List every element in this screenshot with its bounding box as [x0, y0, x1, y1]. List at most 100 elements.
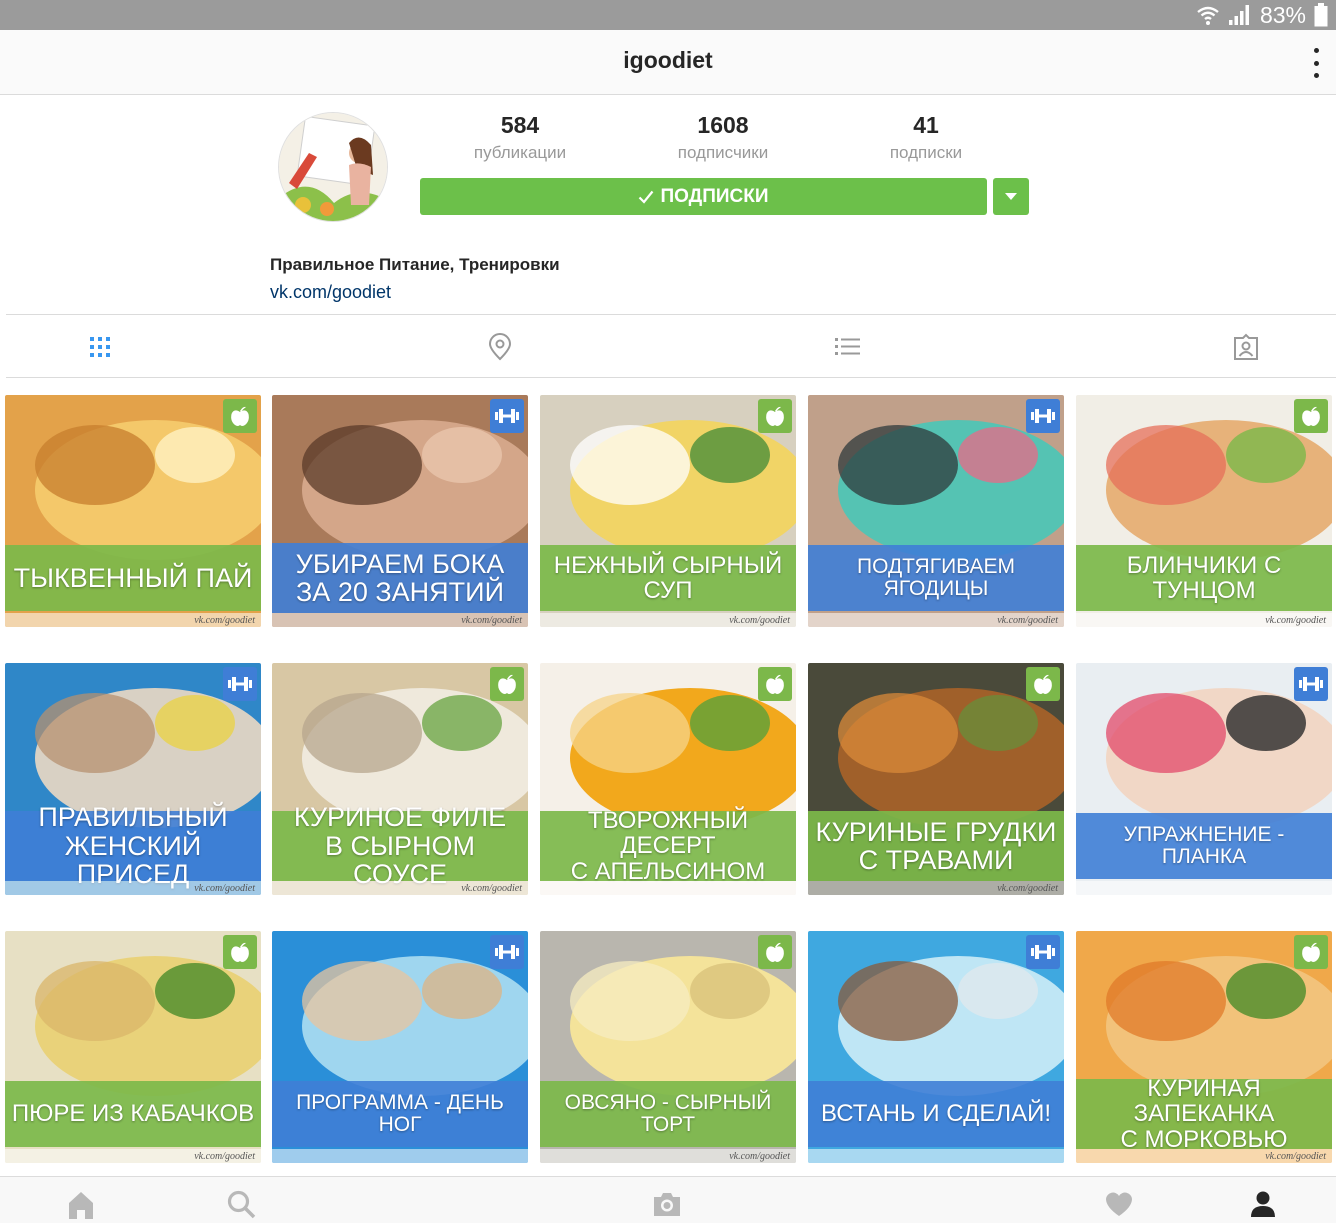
post-caption-line1: КУРИНОЕ ФИЛЕ — [293, 802, 507, 833]
apple-icon — [1294, 935, 1328, 969]
post-watermark: vk.com/goodiet — [272, 881, 528, 895]
post-caption: ОВСЯНО - СЫРНЫЙ ТОРТ — [540, 1081, 796, 1147]
post-caption: ВСТАНЬ И СДЕЛАЙ! — [808, 1081, 1064, 1147]
bio-full-name: Правильное Питание, Тренировки — [270, 255, 560, 274]
profile-avatar[interactable] — [278, 112, 388, 222]
post-caption-line1: ОВСЯНО - СЫРНЫЙ ТОРТ — [564, 1090, 772, 1136]
post-caption: КУРИНОЕ ФИЛЕ В СЫРНОМ СОУСЕ — [272, 803, 528, 888]
post-thumbnail[interactable]: ПЮРЕ ИЗ КАБАЧКОВ vk.com/goodiet — [5, 931, 261, 1163]
post-caption: ПОДТЯГИВАЕМ ЯГОДИЦЫ — [808, 545, 1064, 611]
post-caption-line2: С ТРАВАМИ — [858, 845, 1014, 875]
post-thumbnail[interactable]: ТВОРОЖНЫЙ ДЕСЕРТ С АПЕЛЬСИНОМ — [540, 663, 796, 895]
bio-website-link[interactable]: vk.com/goodiet — [270, 282, 391, 303]
post-watermark — [808, 1149, 1064, 1163]
post-thumbnail[interactable]: БЛИНЧИКИ С ТУНЦОМ vk.com/goodiet — [1076, 395, 1332, 627]
post-caption: УПРАЖНЕНИЕ - ПЛАНКА — [1076, 813, 1332, 879]
post-thumbnail[interactable]: ПОДТЯГИВАЕМ ЯГОДИЦЫ vk.com/goodiet — [808, 395, 1064, 627]
tagged-person-icon[interactable] — [1232, 333, 1260, 361]
status-icons: 83% — [1196, 2, 1328, 28]
following-stat[interactable]: 41 подписки — [826, 112, 1026, 163]
post-watermark-url: vk.com/goodiet — [729, 1150, 790, 1162]
search-icon[interactable] — [226, 1189, 256, 1219]
post-thumbnail[interactable]: КУРИНЫЕ ГРУДКИ С ТРАВАМИ vk.com/goodiet — [808, 663, 1064, 895]
post-watermark: vk.com/goodiet — [540, 613, 796, 627]
bottom-navigation — [0, 1176, 1336, 1223]
apple-icon — [1294, 399, 1328, 433]
post-caption-line1: УПРАЖНЕНИЕ - ПЛАНКА — [1123, 822, 1285, 868]
following-button[interactable]: ПОДПИСКИ — [420, 178, 987, 215]
post-caption-line1: БЛИНЧИКИ С ТУНЦОМ — [1126, 551, 1282, 604]
post-watermark-url: vk.com/goodiet — [997, 882, 1058, 894]
post-thumbnail[interactable]: ОВСЯНО - СЫРНЫЙ ТОРТ vk.com/goodiet — [540, 931, 796, 1163]
app-header: igoodiet — [0, 30, 1336, 95]
dumbbell-icon — [1294, 667, 1328, 701]
post-caption-line1: ПОДТЯГИВАЕМ ЯГОДИЦЫ — [856, 554, 1015, 600]
post-caption: УБИРАЕМ БОКА ЗА 20 ЗАНЯТИЙ — [272, 543, 528, 613]
apple-icon — [490, 667, 524, 701]
post-caption-line1: ВСТАНЬ И СДЕЛАЙ! — [820, 1100, 1052, 1128]
post-thumbnail[interactable]: КУРИНАЯ ЗАПЕКАНКА С МОРКОВЬЮ vk.com/goodie… — [1076, 931, 1332, 1163]
post-thumbnail[interactable]: КУРИНОЕ ФИЛЕ В СЫРНОМ СОУСЕ vk.com/goodiet — [272, 663, 528, 895]
signal-icon — [1228, 5, 1249, 25]
battery-icon — [1314, 3, 1328, 27]
post-thumbnail[interactable]: УБИРАЕМ БОКА ЗА 20 ЗАНЯТИЙ vk.com/goodiet — [272, 395, 528, 627]
profile-icon[interactable] — [1248, 1189, 1278, 1219]
post-watermark — [540, 881, 796, 895]
post-watermark-url: vk.com/goodiet — [194, 614, 255, 626]
battery-percent: 83% — [1259, 1, 1306, 28]
followers-stat[interactable]: 1608 подписчики — [623, 112, 823, 163]
apple-icon — [758, 667, 792, 701]
camera-icon[interactable] — [652, 1189, 682, 1219]
post-watermark — [1076, 881, 1332, 895]
post-caption-line1: ТЫКВЕННЫЙ ПАЙ — [13, 562, 253, 593]
following-label: подписки — [889, 143, 963, 162]
list-icon[interactable] — [834, 333, 862, 361]
post-caption-line1: УБИРАЕМ БОКА — [295, 548, 505, 579]
profile-view-tabs — [6, 314, 1336, 378]
apple-icon — [758, 399, 792, 433]
post-watermark-url: vk.com/goodiet — [194, 882, 255, 894]
dumbbell-icon — [223, 667, 257, 701]
post-caption-line1: ПРАВИЛЬНЫЙ — [38, 802, 228, 833]
posts-count: 584 — [500, 112, 540, 138]
status-bar: 83% — [0, 0, 1336, 30]
post-watermark-url: vk.com/goodiet — [729, 614, 790, 626]
post-caption-line1: КУРИНЫЕ ГРУДКИ — [815, 816, 1057, 847]
post-thumbnail[interactable]: ВСТАНЬ И СДЕЛАЙ! — [808, 931, 1064, 1163]
home-icon[interactable] — [66, 1189, 96, 1219]
post-caption: ПЮРЕ ИЗ КАБАЧКОВ — [5, 1081, 261, 1147]
post-watermark: vk.com/goodiet — [272, 613, 528, 627]
post-caption-line2: С АПЕЛЬСИНОМ — [570, 857, 766, 885]
follow-options-dropdown[interactable] — [993, 178, 1029, 215]
post-watermark: vk.com/goodiet — [5, 613, 261, 627]
post-caption: ПРОГРАММА - ДЕНЬ НОГ — [272, 1081, 528, 1147]
dumbbell-icon — [1026, 935, 1060, 969]
post-watermark-url: vk.com/goodiet — [997, 614, 1058, 626]
post-watermark-url: vk.com/goodiet — [461, 614, 522, 626]
post-watermark-url: vk.com/goodiet — [194, 1150, 255, 1162]
post-watermark: vk.com/goodiet — [5, 1149, 261, 1163]
more-options-icon[interactable] — [1310, 48, 1322, 78]
post-thumbnail[interactable]: ПРОГРАММА - ДЕНЬ НОГ — [272, 931, 528, 1163]
posts-label: публикации — [473, 143, 567, 162]
wifi-icon — [1197, 6, 1219, 25]
location-pin-icon[interactable] — [486, 333, 514, 361]
post-caption: БЛИНЧИКИ С ТУНЦОМ — [1076, 545, 1332, 611]
post-thumbnail[interactable]: НЕЖНЫЙ СЫРНЫЙ СУП vk.com/goodiet — [540, 395, 796, 627]
post-caption-line1: ПРОГРАММА - ДЕНЬ НОГ — [296, 1090, 504, 1136]
post-thumbnail[interactable]: ПРАВИЛЬНЫЙ ЖЕНСКИЙ ПРИСЕД vk.com/goodiet — [5, 663, 261, 895]
post-caption-line2: С МОРКОВЬЮ — [1120, 1125, 1288, 1153]
caret-down-icon — [1005, 192, 1017, 200]
followers-label: подписчики — [677, 143, 769, 162]
post-caption: ТВОРОЖНЫЙ ДЕСЕРТ С АПЕЛЬСИНОМ — [540, 808, 796, 885]
apple-icon — [1026, 667, 1060, 701]
heart-icon[interactable] — [1104, 1189, 1134, 1219]
grid-icon[interactable] — [86, 333, 114, 361]
posts-stat: 584 публикации — [420, 112, 620, 163]
post-caption-line2: ЗА 20 ЗАНЯТИЙ — [296, 577, 504, 607]
post-caption: ТЫКВЕННЫЙ ПАЙ — [5, 545, 261, 611]
post-thumbnail[interactable]: ТЫКВЕННЫЙ ПАЙ vk.com/goodiet — [5, 395, 261, 627]
following-count: 41 — [913, 112, 939, 138]
following-button-label: ПОДПИСКИ — [660, 185, 769, 207]
post-thumbnail[interactable]: УПРАЖНЕНИЕ - ПЛАНКА — [1076, 663, 1332, 895]
